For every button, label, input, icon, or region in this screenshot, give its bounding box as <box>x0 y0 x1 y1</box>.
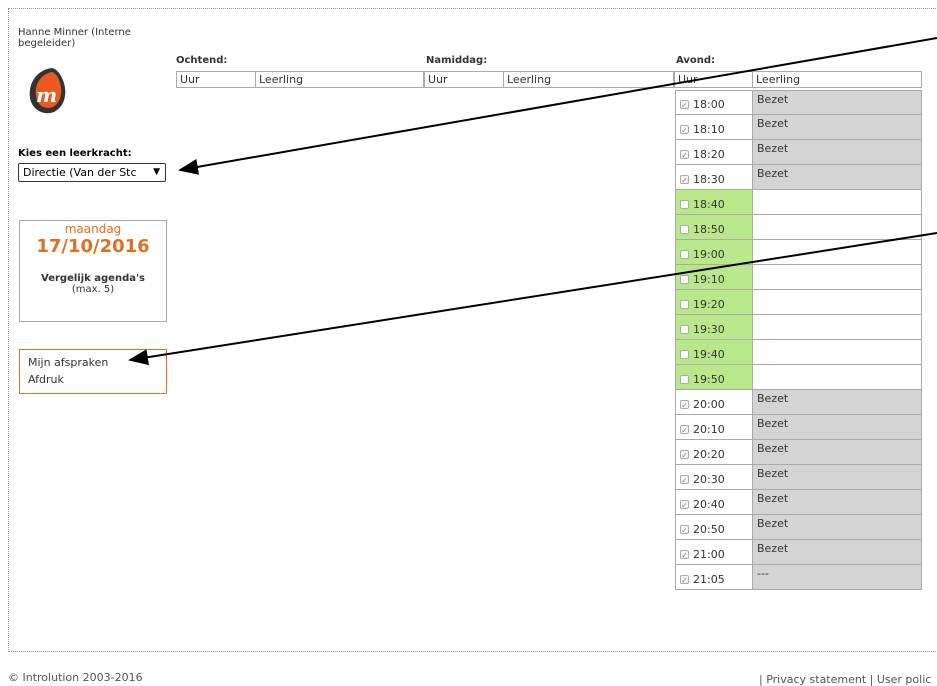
annotation-arrows <box>128 37 937 366</box>
arrow-to-my-appointments <box>128 232 937 366</box>
arrow-to-teacher-select <box>178 37 937 175</box>
